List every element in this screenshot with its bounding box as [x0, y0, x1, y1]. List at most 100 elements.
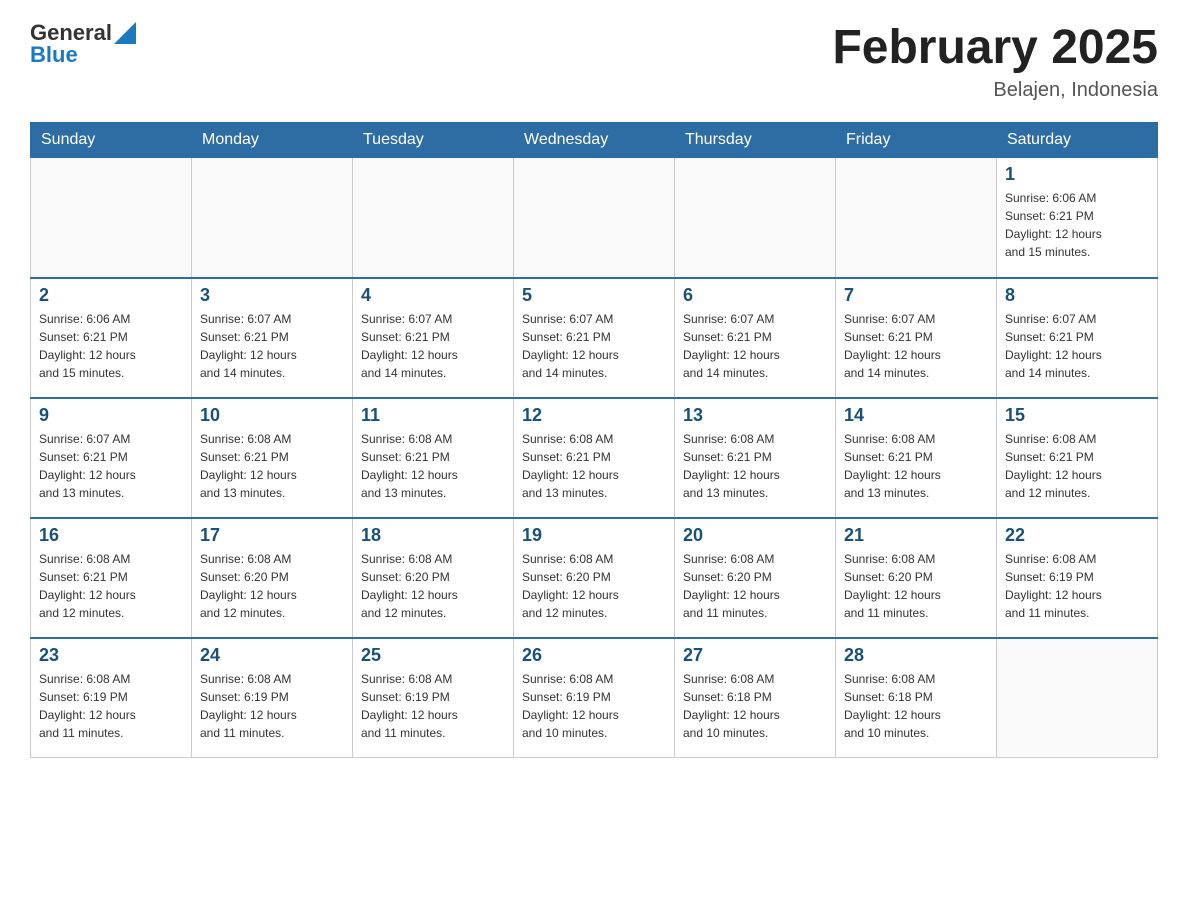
day-number: 11 [361, 405, 505, 426]
weekday-header-row: Sunday Monday Tuesday Wednesday Thursday… [31, 123, 1158, 158]
logo: General Blue [30, 20, 136, 68]
table-row: 17 Sunrise: 6:08 AM Sunset: 6:20 PM Dayli… [192, 518, 353, 638]
day-number: 24 [200, 645, 344, 666]
table-row: 12 Sunrise: 6:08 AM Sunset: 6:21 PM Dayli… [514, 398, 675, 518]
day-number: 9 [39, 405, 183, 426]
day-info: Sunrise: 6:08 AM Sunset: 6:19 PM Dayligh… [39, 670, 183, 742]
table-row [353, 158, 514, 278]
day-number: 6 [683, 285, 827, 306]
day-number: 13 [683, 405, 827, 426]
calendar-week-row: 9 Sunrise: 6:07 AM Sunset: 6:21 PM Daylig… [31, 398, 1158, 518]
page-header: General Blue February 2025 Belajen, Indo… [30, 20, 1158, 102]
table-row [192, 158, 353, 278]
day-number: 27 [683, 645, 827, 666]
header-thursday: Thursday [675, 123, 836, 158]
day-number: 15 [1005, 405, 1149, 426]
table-row [31, 158, 192, 278]
day-number: 3 [200, 285, 344, 306]
table-row: 6 Sunrise: 6:07 AM Sunset: 6:21 PM Daylig… [675, 278, 836, 398]
day-info: Sunrise: 6:07 AM Sunset: 6:21 PM Dayligh… [522, 310, 666, 382]
day-number: 28 [844, 645, 988, 666]
location: Belajen, Indonesia [832, 79, 1158, 102]
table-row: 18 Sunrise: 6:08 AM Sunset: 6:20 PM Dayli… [353, 518, 514, 638]
table-row: 13 Sunrise: 6:08 AM Sunset: 6:21 PM Dayli… [675, 398, 836, 518]
day-number: 4 [361, 285, 505, 306]
day-info: Sunrise: 6:08 AM Sunset: 6:20 PM Dayligh… [683, 550, 827, 622]
day-info: Sunrise: 6:08 AM Sunset: 6:20 PM Dayligh… [844, 550, 988, 622]
day-number: 8 [1005, 285, 1149, 306]
table-row: 25 Sunrise: 6:08 AM Sunset: 6:19 PM Dayli… [353, 638, 514, 758]
table-row: 28Sunrise: 6:08 AM Sunset: 6:18 PM Dayli… [836, 638, 997, 758]
day-info: Sunrise: 6:07 AM Sunset: 6:21 PM Dayligh… [1005, 310, 1149, 382]
day-number: 14 [844, 405, 988, 426]
day-number: 17 [200, 525, 344, 546]
day-info: Sunrise: 6:08 AM Sunset: 6:21 PM Dayligh… [200, 430, 344, 502]
day-info: Sunrise: 6:08 AM Sunset: 6:18 PM Dayligh… [683, 670, 827, 742]
table-row: 23 Sunrise: 6:08 AM Sunset: 6:19 PM Dayli… [31, 638, 192, 758]
day-number: 5 [522, 285, 666, 306]
header-friday: Friday [836, 123, 997, 158]
table-row: 8 Sunrise: 6:07 AM Sunset: 6:21 PM Daylig… [997, 278, 1158, 398]
day-info: Sunrise: 6:07 AM Sunset: 6:21 PM Dayligh… [200, 310, 344, 382]
day-info: Sunrise: 6:08 AM Sunset: 6:19 PM Dayligh… [200, 670, 344, 742]
table-row: 26 Sunrise: 6:08 AM Sunset: 6:19 PM Dayli… [514, 638, 675, 758]
header-saturday: Saturday [997, 123, 1158, 158]
calendar-week-row: 1 Sunrise: 6:06 AM Sunset: 6:21 PM Daylig… [31, 158, 1158, 278]
calendar-week-row: 16 Sunrise: 6:08 AM Sunset: 6:21 PM Dayli… [31, 518, 1158, 638]
day-number: 20 [683, 525, 827, 546]
day-info: Sunrise: 6:07 AM Sunset: 6:21 PM Dayligh… [683, 310, 827, 382]
logo-blue-text: Blue [30, 42, 136, 68]
day-info: Sunrise: 6:07 AM Sunset: 6:21 PM Dayligh… [844, 310, 988, 382]
day-number: 12 [522, 405, 666, 426]
day-info: Sunrise: 6:08 AM Sunset: 6:19 PM Dayligh… [1005, 550, 1149, 622]
day-info: Sunrise: 6:08 AM Sunset: 6:21 PM Dayligh… [683, 430, 827, 502]
day-info: Sunrise: 6:08 AM Sunset: 6:20 PM Dayligh… [522, 550, 666, 622]
header-monday: Monday [192, 123, 353, 158]
table-row: 5 Sunrise: 6:07 AM Sunset: 6:21 PM Daylig… [514, 278, 675, 398]
day-number: 16 [39, 525, 183, 546]
calendar-week-row: 23 Sunrise: 6:08 AM Sunset: 6:19 PM Dayli… [31, 638, 1158, 758]
table-row: 21 Sunrise: 6:08 AM Sunset: 6:20 PM Dayli… [836, 518, 997, 638]
table-row: 4Sunrise: 6:07 AM Sunset: 6:21 PM Daylig… [353, 278, 514, 398]
calendar-week-row: 2 Sunrise: 6:06 AM Sunset: 6:21 PM Daylig… [31, 278, 1158, 398]
day-info: Sunrise: 6:08 AM Sunset: 6:21 PM Dayligh… [361, 430, 505, 502]
day-number: 2 [39, 285, 183, 306]
logo-triangle-icon [114, 22, 136, 44]
table-row: 3 Sunrise: 6:07 AM Sunset: 6:21 PM Daylig… [192, 278, 353, 398]
day-number: 19 [522, 525, 666, 546]
day-number: 21 [844, 525, 988, 546]
table-row [997, 638, 1158, 758]
table-row: 27 Sunrise: 6:08 AM Sunset: 6:18 PM Dayli… [675, 638, 836, 758]
calendar-table: Sunday Monday Tuesday Wednesday Thursday… [30, 122, 1158, 758]
day-number: 7 [844, 285, 988, 306]
day-info: Sunrise: 6:07 AM Sunset: 6:21 PM Dayligh… [39, 430, 183, 502]
day-number: 26 [522, 645, 666, 666]
header-sunday: Sunday [31, 123, 192, 158]
table-row: 15 Sunrise: 6:08 AM Sunset: 6:21 PM Dayli… [997, 398, 1158, 518]
table-row: 20 Sunrise: 6:08 AM Sunset: 6:20 PM Dayli… [675, 518, 836, 638]
day-info: Sunrise: 6:08 AM Sunset: 6:21 PM Dayligh… [522, 430, 666, 502]
day-number: 22 [1005, 525, 1149, 546]
day-number: 23 [39, 645, 183, 666]
header-wednesday: Wednesday [514, 123, 675, 158]
day-info: Sunrise: 6:08 AM Sunset: 6:21 PM Dayligh… [844, 430, 988, 502]
table-row: 24 Sunrise: 6:08 AM Sunset: 6:19 PM Dayli… [192, 638, 353, 758]
table-row: 14 Sunrise: 6:08 AM Sunset: 6:21 PM Dayli… [836, 398, 997, 518]
day-number: 18 [361, 525, 505, 546]
day-info: Sunrise: 6:08 AM Sunset: 6:19 PM Dayligh… [522, 670, 666, 742]
table-row: 10Sunrise: 6:08 AM Sunset: 6:21 PM Dayli… [192, 398, 353, 518]
table-row: 22 Sunrise: 6:08 AM Sunset: 6:19 PM Dayli… [997, 518, 1158, 638]
month-title: February 2025 [832, 20, 1158, 75]
day-info: Sunrise: 6:08 AM Sunset: 6:21 PM Dayligh… [1005, 430, 1149, 502]
day-info: Sunrise: 6:08 AM Sunset: 6:21 PM Dayligh… [39, 550, 183, 622]
day-info: Sunrise: 6:08 AM Sunset: 6:20 PM Dayligh… [361, 550, 505, 622]
day-info: Sunrise: 6:08 AM Sunset: 6:20 PM Dayligh… [200, 550, 344, 622]
day-info: Sunrise: 6:08 AM Sunset: 6:19 PM Dayligh… [361, 670, 505, 742]
table-row [514, 158, 675, 278]
day-info: Sunrise: 6:06 AM Sunset: 6:21 PM Dayligh… [1005, 189, 1149, 261]
day-number: 1 [1005, 164, 1149, 185]
table-row: 11 Sunrise: 6:08 AM Sunset: 6:21 PM Dayli… [353, 398, 514, 518]
day-info: Sunrise: 6:06 AM Sunset: 6:21 PM Dayligh… [39, 310, 183, 382]
table-row: 2 Sunrise: 6:06 AM Sunset: 6:21 PM Daylig… [31, 278, 192, 398]
day-number: 25 [361, 645, 505, 666]
